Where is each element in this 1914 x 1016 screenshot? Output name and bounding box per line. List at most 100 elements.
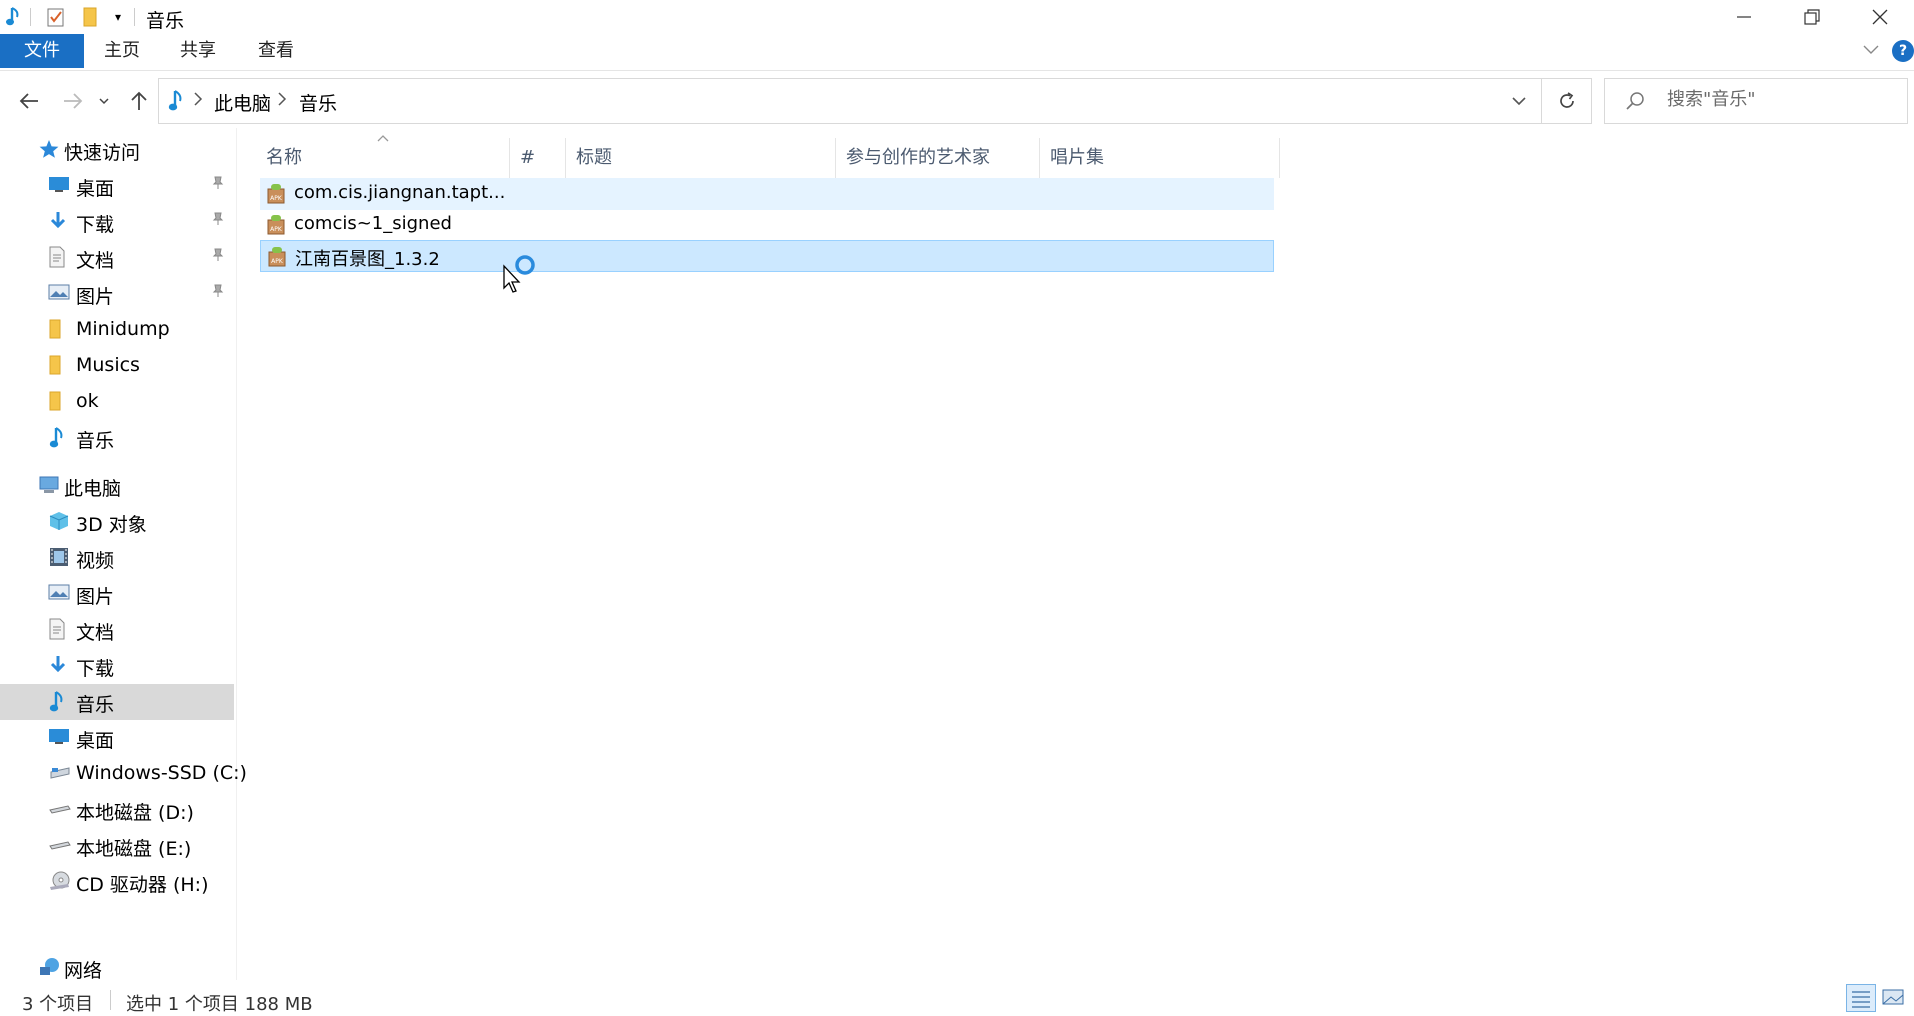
column-header-artists[interactable]: 参与创作的艺术家 — [836, 138, 1040, 178]
search-input[interactable] — [1665, 88, 1899, 111]
close-button[interactable] — [1846, 0, 1914, 34]
address-history-icon[interactable] — [1511, 93, 1527, 112]
sidebar-item-documents[interactable]: 文档 — [0, 240, 234, 276]
sidebar-item-desktop[interactable]: 桌面 — [0, 720, 234, 756]
sidebar-item-3d-objects[interactable]: 3D 对象 — [0, 504, 234, 540]
sidebar-item-label: 网络 — [64, 960, 103, 982]
minimize-button[interactable] — [1710, 0, 1778, 34]
forward-button[interactable] — [58, 86, 88, 116]
music-note-icon — [48, 426, 72, 450]
up-button[interactable] — [124, 86, 154, 116]
tab-view[interactable]: 查看 — [250, 34, 302, 68]
svg-text:APK: APK — [271, 258, 284, 265]
column-header-title[interactable]: 标题 — [566, 138, 836, 178]
address-bar[interactable]: 此电脑 音乐 — [158, 78, 1542, 124]
title-divider — [30, 8, 31, 26]
sidebar-item-drive-e[interactable]: 本地磁盘 (E:) — [0, 828, 234, 864]
customize-toolbar-icon[interactable]: ▾ — [108, 7, 128, 27]
video-icon — [48, 546, 72, 570]
sidebar-item-documents[interactable]: 文档 — [0, 612, 234, 648]
file-list-view: 名称 # 标题 参与创作的艺术家 唱片集 APK com.cis.jiangnan… — [238, 128, 1914, 980]
sidebar-item-drive-h[interactable]: CD 驱动器 (H:) — [0, 864, 234, 900]
details-view-button[interactable] — [1846, 984, 1876, 1012]
cd-drive-icon — [48, 870, 72, 894]
file-row[interactable]: APK comcis~1_signed — [260, 209, 1274, 241]
help-icon[interactable]: ? — [1892, 40, 1914, 62]
large-icons-view-button[interactable] — [1880, 984, 1910, 1012]
breadcrumb-chevron-icon[interactable] — [277, 91, 287, 111]
tab-share[interactable]: 共享 — [172, 34, 224, 68]
sidebar-item-ok[interactable]: ok — [0, 384, 234, 420]
download-icon — [48, 210, 72, 234]
sidebar-item-label: 音乐 — [76, 694, 115, 716]
svg-text:APK: APK — [270, 195, 283, 202]
sidebar-item-desktop[interactable]: 桌面 — [0, 168, 234, 204]
star-icon — [38, 138, 62, 162]
sidebar-item-music[interactable]: 音乐 — [0, 684, 234, 720]
sidebar-item-label: ok — [76, 390, 99, 412]
status-divider — [110, 990, 111, 1010]
sidebar-item-downloads[interactable]: 下载 — [0, 648, 234, 684]
pin-icon — [212, 284, 224, 302]
properties-icon[interactable] — [46, 7, 66, 27]
column-header-number[interactable]: # — [510, 138, 566, 178]
column-header-album[interactable]: 唱片集 — [1040, 138, 1280, 178]
sidebar-item-drive-c[interactable]: Windows-SSD (C:) — [0, 756, 247, 792]
quick-access[interactable]: 快速访问 — [0, 132, 234, 168]
sidebar-item-label: 本地磁盘 (D:) — [76, 802, 194, 824]
title-divider — [134, 8, 135, 26]
music-note-icon — [48, 690, 72, 714]
search-box[interactable] — [1604, 78, 1908, 124]
download-icon — [48, 654, 72, 678]
sidebar-item-pictures[interactable]: 图片 — [0, 276, 234, 312]
sidebar-item-minidump[interactable]: Minidump — [0, 312, 234, 348]
breadcrumb-music[interactable]: 音乐 — [299, 89, 337, 116]
music-note-icon — [167, 89, 185, 117]
navigation-pane: 快速访问 桌面 下载 文档 图片 Minidump Musics ok 音乐 此电脑 3D 对象 视频… — [0, 128, 247, 982]
status-bar: 3 个项目 选中 1 个项目 188 MB — [0, 980, 1914, 1015]
sidebar-item-pictures[interactable]: 图片 — [0, 576, 234, 612]
column-header-name[interactable]: 名称 — [256, 138, 510, 178]
computer-icon — [38, 474, 62, 498]
restore-button[interactable] — [1778, 0, 1846, 34]
sidebar-item-label: 视频 — [76, 550, 115, 572]
sidebar-item-label: 图片 — [76, 286, 115, 308]
sidebar-item-musics[interactable]: Musics — [0, 348, 234, 384]
expand-ribbon-icon[interactable] — [1862, 40, 1880, 62]
tab-home[interactable]: 主页 — [96, 34, 148, 68]
sidebar-item-label: Musics — [76, 354, 140, 376]
picture-icon — [48, 282, 72, 306]
breadcrumb-this-pc[interactable]: 此电脑 — [214, 89, 271, 116]
refresh-button[interactable] — [1542, 78, 1592, 124]
drive-icon — [48, 762, 72, 786]
recent-locations-button[interactable] — [94, 86, 114, 116]
sidebar-item-videos[interactable]: 视频 — [0, 540, 234, 576]
file-row[interactable]: APK 江南百景图_1.3.2 — [260, 240, 1274, 272]
sidebar-item-label: CD 驱动器 (H:) — [76, 874, 209, 896]
sidebar-item-label: 图片 — [76, 586, 115, 608]
sidebar-item-downloads[interactable]: 下载 — [0, 204, 234, 240]
busy-spinner-icon — [514, 254, 536, 280]
folder-icon — [48, 354, 72, 378]
sidebar-item-label: 下载 — [76, 214, 115, 236]
tab-file[interactable]: 文件 — [0, 34, 84, 68]
sidebar-item-drive-d[interactable]: 本地磁盘 (D:) — [0, 792, 234, 828]
pin-icon — [212, 248, 224, 266]
folder-icon — [48, 318, 72, 342]
sidebar-item-label: Minidump — [76, 318, 170, 340]
sidebar-item-this-pc[interactable]: 此电脑 — [0, 468, 234, 504]
sidebar-item-music[interactable]: 音乐 — [0, 420, 234, 456]
desktop-icon — [48, 174, 72, 198]
new-folder-icon[interactable] — [80, 7, 100, 27]
music-note-icon — [4, 7, 24, 27]
back-button[interactable] — [14, 86, 44, 116]
file-name: com.cis.jiangnan.tapt... — [294, 182, 506, 203]
breadcrumb-chevron-icon[interactable] — [193, 91, 203, 111]
document-icon — [48, 618, 72, 642]
document-icon — [48, 246, 72, 270]
sidebar-item-label: 本地磁盘 (E:) — [76, 838, 192, 860]
sidebar-item-label: 此电脑 — [64, 478, 122, 500]
file-row[interactable]: APK com.cis.jiangnan.tapt... — [260, 178, 1274, 210]
pin-icon — [212, 212, 224, 230]
ribbon: 文件 主页 共享 查看 ? — [0, 34, 1914, 71]
